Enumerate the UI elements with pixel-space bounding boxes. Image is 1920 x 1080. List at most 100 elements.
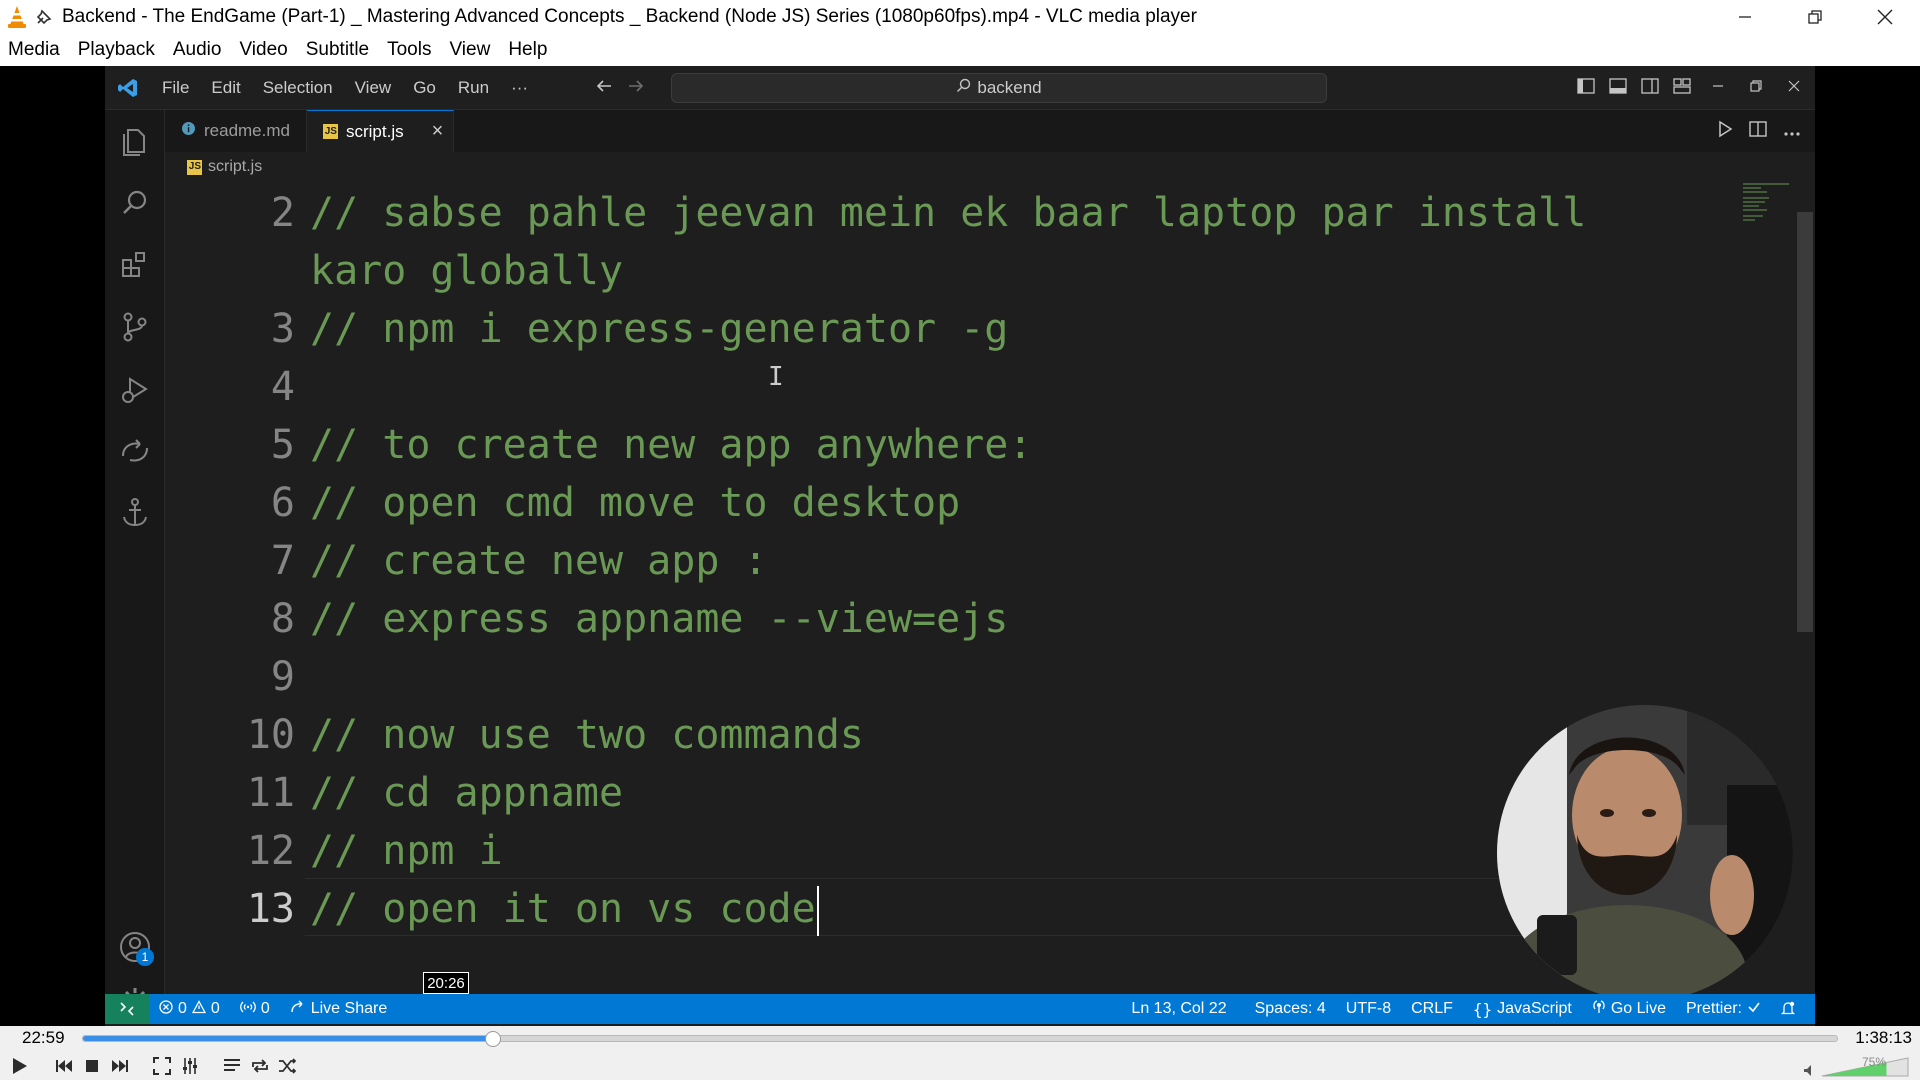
total-duration[interactable]: 1:38:13	[1855, 1028, 1912, 1048]
more-actions-icon[interactable]	[1783, 121, 1801, 142]
volume-percent: 75%	[1862, 1055, 1886, 1069]
prettier-status[interactable]: Prettier:	[1676, 1000, 1771, 1019]
menu-video[interactable]: Video	[231, 39, 287, 61]
explorer-icon[interactable]	[118, 124, 152, 158]
remote-explorer-icon[interactable]	[118, 434, 152, 468]
seek-bar[interactable]	[82, 1031, 1838, 1047]
stop-icon[interactable]	[80, 1054, 104, 1078]
extended-settings-icon[interactable]	[178, 1054, 202, 1078]
menu-playback[interactable]: Playback	[70, 39, 155, 61]
menu-media[interactable]: Media	[0, 39, 60, 61]
source-control-icon[interactable]	[118, 310, 152, 344]
vs-menu-view[interactable]: View	[344, 78, 403, 98]
problems-indicator[interactable]: 0 0	[149, 999, 230, 1019]
live-share-button[interactable]: Live Share	[280, 1000, 398, 1019]
close-button[interactable]	[1850, 0, 1920, 34]
close-tab-icon[interactable]: ×	[432, 120, 444, 143]
code-text-current: // open it on vs code	[310, 880, 819, 938]
pin-icon[interactable]	[34, 7, 54, 27]
vs-menu-selection[interactable]: Selection	[252, 78, 344, 98]
vs-close-icon[interactable]	[1787, 79, 1801, 98]
notifications-bell-icon[interactable]	[1771, 1001, 1805, 1017]
restore-button[interactable]	[1780, 0, 1850, 34]
menu-tools[interactable]: Tools	[379, 39, 431, 61]
extensions-icon[interactable]	[118, 248, 152, 282]
minimap[interactable]	[1741, 182, 1791, 222]
encoding[interactable]: UTF-8	[1336, 1000, 1401, 1018]
playlist-icon[interactable]	[220, 1054, 244, 1078]
menu-subtitle[interactable]: Subtitle	[298, 39, 369, 61]
vlc-cone-icon	[6, 5, 28, 29]
vs-restore-icon[interactable]	[1749, 79, 1763, 98]
volume-slider[interactable]: 75%	[1802, 1054, 1912, 1078]
indentation[interactable]: Spaces: 4	[1245, 1000, 1336, 1018]
code-line-current: 13 // open it on vs code	[165, 880, 1725, 938]
menu-audio[interactable]: Audio	[165, 39, 222, 61]
toggle-secondary-sidebar-icon[interactable]	[1641, 77, 1659, 99]
braces-icon: {}	[1472, 999, 1493, 1019]
code-text: // npm i	[310, 828, 503, 874]
shuffle-icon[interactable]	[276, 1054, 300, 1078]
go-live-button[interactable]: Go Live	[1582, 999, 1676, 1019]
command-center-search[interactable]: backend	[671, 73, 1327, 103]
vs-minimize-icon[interactable]	[1711, 79, 1725, 98]
language-mode[interactable]: {} JavaScript	[1463, 1000, 1582, 1019]
editor-tabs: readme.md JS script.js ×	[165, 110, 1815, 152]
prettier-label: Prettier:	[1685, 1000, 1742, 1017]
ports-indicator[interactable]: 0	[230, 1000, 280, 1019]
code-line: karo globally	[165, 242, 1725, 300]
loop-icon[interactable]	[248, 1054, 272, 1078]
elapsed-time[interactable]: 22:59	[22, 1028, 65, 1048]
customize-layout-icon[interactable]	[1673, 77, 1691, 99]
vlc-title-bar: Backend - The EndGame (Part-1) _ Masteri…	[0, 0, 1920, 34]
tab-readme-md[interactable]: readme.md	[165, 110, 307, 152]
code-line: 9	[165, 648, 1725, 706]
error-icon	[159, 999, 173, 1019]
line-number: 4	[270, 364, 295, 410]
line-ending[interactable]: CRLF	[1401, 1000, 1463, 1018]
menu-help[interactable]: Help	[500, 39, 547, 61]
split-editor-icon[interactable]	[1749, 120, 1767, 142]
code-text: // cd appname	[310, 770, 624, 816]
menu-view[interactable]: View	[441, 39, 490, 61]
line-number: 13	[246, 886, 295, 932]
seek-handle[interactable]	[485, 1031, 502, 1047]
run-debug-icon[interactable]	[118, 372, 152, 406]
ports-count: 0	[260, 1000, 270, 1017]
vs-menu-file[interactable]: File	[151, 78, 200, 98]
back-arrow-icon[interactable]	[595, 75, 613, 101]
run-file-icon[interactable]	[1717, 120, 1733, 143]
remote-indicator[interactable]	[105, 994, 149, 1024]
toggle-panel-icon[interactable]	[1609, 77, 1627, 99]
next-icon[interactable]	[108, 1054, 132, 1078]
cursor-position[interactable]: Ln 13, Col 22	[1121, 1000, 1236, 1018]
forward-arrow-icon[interactable]	[627, 75, 645, 101]
breadcrumb-file[interactable]: script.js	[208, 158, 262, 176]
anchor-icon[interactable]	[118, 496, 152, 530]
language-label: JavaScript	[1497, 1000, 1572, 1017]
broadcast-icon	[1592, 999, 1606, 1019]
play-icon[interactable]	[4, 1054, 34, 1078]
vs-menu-go[interactable]: Go	[402, 78, 447, 98]
vs-menu-edit[interactable]: Edit	[200, 78, 251, 98]
fullscreen-icon[interactable]	[150, 1054, 174, 1078]
toggle-primary-sidebar-icon[interactable]	[1577, 77, 1595, 99]
vs-menu-run[interactable]: Run	[447, 78, 500, 98]
tab-script-js[interactable]: JS script.js ×	[306, 110, 455, 152]
code-text: // now use two commands	[310, 712, 864, 758]
line-number: 5	[270, 422, 295, 468]
vs-menu-more[interactable]: ···	[500, 78, 539, 98]
minimize-button[interactable]	[1710, 0, 1780, 34]
code-line: 3 // npm i express-generator -g	[165, 300, 1725, 358]
code-text: // sabse pahle jeevan mein ek baar lapto…	[310, 190, 1587, 236]
code-line: 11 // cd appname	[165, 764, 1725, 822]
vlc-playback-controls: 22:59 1:38:13 75%	[0, 1026, 1920, 1080]
code-text: karo globally	[310, 248, 624, 294]
search-view-icon[interactable]	[118, 186, 152, 220]
editor-scrollbar-thumb[interactable]	[1797, 212, 1813, 632]
line-number: 3	[270, 306, 295, 352]
breadcrumb[interactable]: JS script.js	[165, 152, 1815, 182]
speaker-icon[interactable]	[1804, 1065, 1811, 1076]
line-number: 2	[270, 190, 295, 236]
previous-icon[interactable]	[52, 1054, 76, 1078]
